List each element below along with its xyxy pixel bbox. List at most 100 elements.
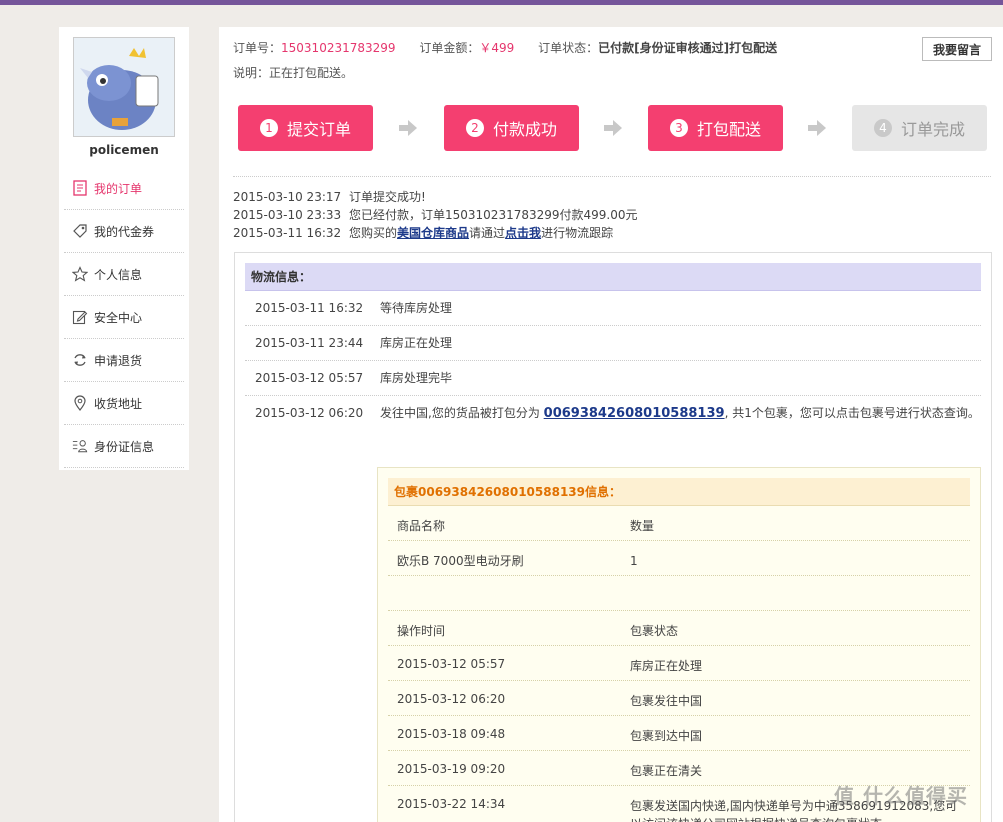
- leave-message-button[interactable]: 我要留言: [922, 37, 992, 61]
- track-time: 2015-03-22 14:34: [397, 797, 506, 811]
- product-header-row: 商品名称 数量: [388, 506, 970, 541]
- step-payment-success: 2 付款成功: [444, 105, 579, 151]
- sidebar-item-security[interactable]: 安全中心: [64, 296, 184, 339]
- log-time: 2015-03-10 23:17: [233, 190, 342, 204]
- log-text: 您购买的: [349, 226, 398, 240]
- star-icon: [72, 266, 88, 282]
- click-me-tracking-link[interactable]: 点击我: [505, 226, 541, 240]
- product-row: 欧乐B 7000型电动牙刷 1: [388, 541, 970, 576]
- sidebar-item-label: 个人信息: [94, 267, 143, 282]
- sidebar-item-profile[interactable]: 个人信息: [64, 253, 184, 296]
- order-amount-label: 订单金额：: [419, 41, 480, 55]
- order-progress-steps: 1 提交订单 2 付款成功 3 打包配送 4 订单完成: [238, 105, 988, 151]
- id-user-icon: [72, 438, 88, 454]
- step-label: 打包配送: [696, 120, 761, 139]
- edit-icon: [72, 309, 88, 325]
- column-header: 商品名称: [397, 519, 446, 533]
- step-number: 2: [465, 119, 484, 137]
- sidebar-item-id-info[interactable]: 身份证信息: [64, 425, 184, 468]
- logistics-row: 2015-03-11 16:32 等待库房处理: [245, 291, 981, 326]
- log-time: 2015-03-10 23:33: [233, 208, 342, 222]
- column-header: 包裹状态: [630, 624, 679, 638]
- product-qty: 1: [630, 554, 638, 568]
- log-row: 2015-03-10 23:33 您已经付款，订单150310231783299付…: [233, 206, 638, 224]
- order-number-label: 订单号：: [233, 41, 282, 55]
- sidebar-item-my-orders[interactable]: 我的订单: [64, 167, 184, 210]
- arrow-right-icon: [399, 120, 417, 136]
- track-row: 2015-03-12 06:20 包裹发往中国: [388, 681, 970, 716]
- logistics-title: 物流信息：: [245, 263, 981, 291]
- column-header: 数量: [630, 519, 655, 533]
- track-status: 包裹发往中国: [630, 694, 703, 708]
- sidebar-item-label: 申请退货: [94, 353, 143, 368]
- package-number-link[interactable]: 00693842608010588139: [544, 406, 725, 421]
- sidebar-item-vouchers[interactable]: 我的代金券: [64, 210, 184, 253]
- logistics-desc: 库房处理完毕: [380, 371, 453, 385]
- sidebar-item-addresses[interactable]: 收货地址: [64, 382, 184, 425]
- logistics-panel: 物流信息： 2015-03-11 16:32 等待库房处理 2015-03-11 …: [234, 252, 992, 822]
- logistics-row: 2015-03-11 23:44 库房正在处理: [245, 326, 981, 361]
- logistics-row: 2015-03-12 05:57 库房处理完毕: [245, 361, 981, 396]
- arrow-right-icon: [604, 120, 622, 136]
- step-number: 1: [259, 119, 278, 137]
- logistics-time: 2015-03-12 05:57: [255, 371, 364, 385]
- log-text: 进行物流跟踪: [541, 226, 614, 240]
- sidebar-item-label: 身份证信息: [94, 439, 155, 454]
- track-time: 2015-03-18 09:48: [397, 727, 506, 741]
- top-accent-bar: [0, 0, 1003, 5]
- step-label: 提交订单: [286, 120, 351, 139]
- track-row: 2015-03-12 05:57 库房正在处理: [388, 646, 970, 681]
- arrow-right-icon: [808, 120, 826, 136]
- avatar[interactable]: [73, 37, 175, 137]
- logistics-time: 2015-03-11 16:32: [255, 301, 364, 315]
- order-summary: 订单号：150310231783299 订单金额：￥499 订单状态：已付款[身…: [233, 39, 797, 56]
- order-detail-panel: 订单号：150310231783299 订单金额：￥499 订单状态：已付款[身…: [219, 27, 1003, 822]
- location-pin-icon: [72, 395, 88, 411]
- step-packing-shipping: 3 打包配送: [648, 105, 783, 151]
- logistics-time: 2015-03-11 23:44: [255, 336, 364, 350]
- package-info-panel: 包裹00693842608010588139信息： 商品名称 数量 欧乐B 700…: [377, 467, 981, 822]
- receipt-icon: [72, 180, 88, 196]
- log-row: 2015-03-11 16:32 您购买的美国仓库商品请通过点击我进行物流跟踪: [233, 224, 638, 242]
- us-warehouse-link[interactable]: 美国仓库商品: [397, 226, 469, 240]
- watermark: 值 什么值得买: [834, 784, 968, 808]
- logistics-time: 2015-03-12 06:20: [255, 406, 364, 420]
- step-submit-order: 1 提交订单: [238, 105, 373, 151]
- log-text: 订单提交成功!: [349, 190, 426, 204]
- username: policemen: [89, 143, 159, 157]
- step-label: 订单完成: [900, 120, 965, 139]
- sidebar-item-label: 我的订单: [94, 181, 143, 196]
- logistics-desc: 发往中国,您的货品被打包分为 00693842608010588139, 共1个…: [380, 396, 980, 431]
- track-status: 包裹正在清关: [630, 764, 703, 778]
- track-time: 2015-03-12 06:20: [397, 692, 506, 706]
- log-text: 您已经付款，订单150310231783299付款499.00元: [349, 208, 638, 222]
- log-time: 2015-03-11 16:32: [233, 226, 342, 240]
- product-name: 欧乐B 7000型电动牙刷: [397, 554, 524, 568]
- sidebar-menu: 我的订单 我的代金券 个人信息 安全中心 申请退货 收货地址 身份证信息: [64, 167, 184, 468]
- track-header-row: 操作时间 包裹状态: [388, 611, 970, 646]
- sidebar-item-label: 收货地址: [94, 396, 143, 411]
- order-status: 已付款[身份证审核通过]打包配送: [598, 41, 778, 55]
- package-title: 包裹00693842608010588139信息：: [388, 478, 970, 506]
- log-row: 2015-03-10 23:17 订单提交成功!: [233, 188, 638, 206]
- step-label: 付款成功: [492, 120, 557, 139]
- track-time: 2015-03-12 05:57: [397, 657, 506, 671]
- order-note: 说明：正在打包配送。: [233, 66, 354, 80]
- column-header: 操作时间: [397, 624, 446, 638]
- track-time: 2015-03-19 09:20: [397, 762, 506, 776]
- logistics-desc: 等待库房处理: [380, 301, 453, 315]
- order-amount: ￥499: [479, 41, 515, 55]
- logistics-desc-text: 发往中国,您的货品被打包分为: [380, 406, 540, 420]
- step-number: 3: [669, 119, 688, 137]
- logistics-desc-text: , 共1个包裹，您可以点击包裹号进行状态查询。: [724, 406, 980, 420]
- spacer-row: [388, 576, 970, 611]
- logistics-desc: 库房正在处理: [380, 336, 453, 350]
- track-status: 库房正在处理: [630, 659, 703, 673]
- sidebar-item-returns[interactable]: 申请退货: [64, 339, 184, 382]
- sidebar-item-label: 我的代金券: [94, 224, 155, 239]
- order-log: 2015-03-10 23:17 订单提交成功! 2015-03-10 23:33…: [233, 188, 638, 242]
- sidebar-item-label: 安全中心: [94, 310, 143, 325]
- order-status-label: 订单状态：: [538, 41, 599, 55]
- refresh-icon: [72, 352, 88, 368]
- step-number: 4: [873, 119, 892, 137]
